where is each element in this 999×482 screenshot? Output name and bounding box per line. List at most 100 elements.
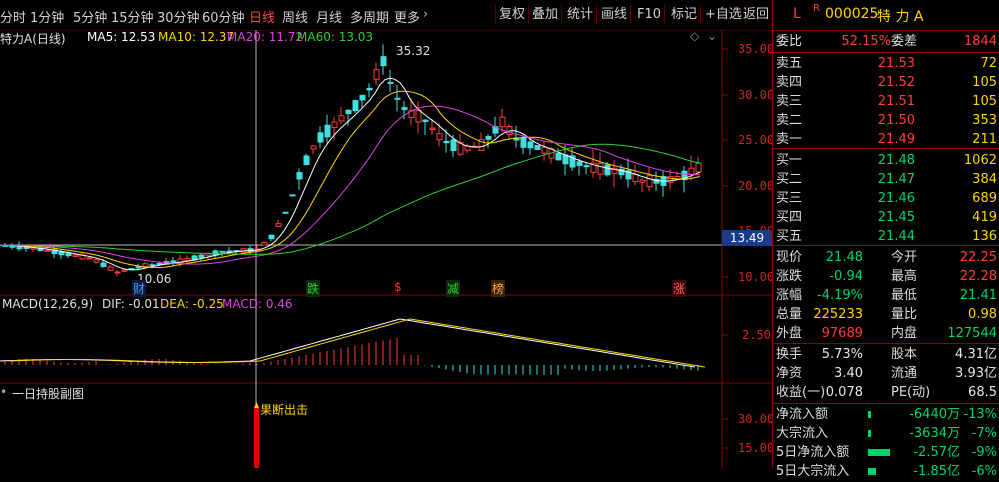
more-chevron-icon[interactable]: › <box>423 7 428 22</box>
stats-value-2: 3.93亿 <box>955 366 997 381</box>
stats-button[interactable]: 统计 <box>564 5 598 24</box>
holding-signal-bar <box>254 408 259 468</box>
candle <box>352 100 359 111</box>
candle <box>44 249 51 252</box>
ask-row[interactable]: 卖一 21.49 211 <box>773 129 999 150</box>
bid-row[interactable]: 买三 21.46 689 <box>773 188 999 209</box>
candle <box>30 247 37 250</box>
quote-value: -0.94 <box>829 269 863 284</box>
quote-label-2: 量比 <box>891 307 918 322</box>
candle <box>72 254 79 257</box>
back-button[interactable]: 返回 <box>740 5 772 24</box>
quote-label: 涨幅 <box>776 288 803 303</box>
bid-row[interactable]: 买一 21.48 1062 <box>773 150 999 171</box>
quote-row[interactable]: 外盘 97689 内盘 127544 <box>773 323 999 344</box>
candle <box>226 250 233 253</box>
ask-price: 21.52 <box>877 75 915 90</box>
quote-row[interactable]: 现价 21.48 今开 22.25 <box>773 247 999 268</box>
event-marker-rise[interactable]: 涨 <box>672 280 687 297</box>
flow-bar <box>868 411 871 418</box>
holding-title: 一日持股副图 <box>12 387 85 401</box>
candle <box>366 87 373 91</box>
ask-row[interactable]: 卖三 21.51 105 <box>773 91 999 112</box>
candle <box>415 109 422 123</box>
draw-button[interactable]: 画线 <box>598 5 632 24</box>
period-fenshi[interactable]: 分时 <box>0 7 26 26</box>
candle <box>219 250 226 253</box>
quote-value-2: 22.25 <box>959 250 997 265</box>
flow-percent: -13% <box>963 407 997 422</box>
holding-dot-icon: • <box>0 385 8 399</box>
candle <box>282 211 289 214</box>
flow-value: -2.57亿 <box>913 445 960 460</box>
candle <box>23 246 30 249</box>
price-tick: 25.00 <box>738 133 775 147</box>
flow-row[interactable]: 5日大宗流入 -1.85亿 -6% <box>773 461 999 482</box>
kline-chart-area[interactable]: 特力A(日线) MA5: 12.53 MA10: 12.37 MA20: 11.… <box>0 29 775 468</box>
event-marker-list[interactable]: 榜 <box>491 280 506 297</box>
chart-options-icon[interactable]: ⌄ <box>707 29 717 43</box>
bid-row[interactable]: 买四 21.45 419 <box>773 207 999 228</box>
quote-label: 涨跌 <box>776 269 803 284</box>
ma60-legend: MA60: 13.03 <box>297 30 374 44</box>
ma10-legend: MA10: 12.37 <box>158 30 235 44</box>
ask-row[interactable]: 卖四 21.52 105 <box>773 72 999 93</box>
price-tick: 35.00 <box>738 42 775 56</box>
stats-value: 3.40 <box>834 366 863 381</box>
candle <box>331 121 338 129</box>
event-marker-dividend[interactable]: $ <box>393 280 403 294</box>
adjust-button[interactable]: 复权 <box>495 5 530 24</box>
candle <box>114 271 121 274</box>
quote-label: 总量 <box>776 307 803 322</box>
flow-percent: -7% <box>971 426 997 441</box>
quote-value-2: 21.41 <box>959 288 997 303</box>
mark-button[interactable]: 标记 <box>668 5 702 24</box>
event-marker-reduce[interactable]: 减 <box>446 280 461 297</box>
flow-row[interactable]: 大宗流入 -3634万 -7% <box>773 423 999 444</box>
bid-label: 买四 <box>776 210 803 225</box>
quote-row[interactable]: 涨幅 -4.19% 最低 21.41 <box>773 285 999 306</box>
candle <box>646 175 653 188</box>
chart-settings-icon[interactable]: ◇ <box>690 29 699 43</box>
period-30min[interactable]: 30分钟 <box>157 7 200 26</box>
event-marker-finance[interactable]: 财 <box>132 280 147 297</box>
period-multi[interactable]: 多周期 <box>350 7 389 26</box>
ask-label: 卖二 <box>776 113 803 128</box>
period-weekly[interactable]: 周线 <box>282 7 308 26</box>
ask-label: 卖五 <box>776 56 803 71</box>
bid-row[interactable]: 买二 21.47 384 <box>773 169 999 190</box>
event-marker-drop[interactable]: 跌 <box>306 280 321 297</box>
ask-volume: 72 <box>980 56 997 71</box>
weibi-row: 委比 52.15% 委差 1844 <box>773 31 999 52</box>
stock-header: L R 000025 特 力 A <box>773 3 999 26</box>
candle <box>86 257 93 260</box>
period-more[interactable]: 更多 <box>394 7 420 26</box>
price-tick: 30.00 <box>738 88 775 102</box>
ask-row[interactable]: 卖五 21.53 72 <box>773 53 999 74</box>
period-5min[interactable]: 5分钟 <box>73 7 107 26</box>
period-daily[interactable]: 日线 <box>249 7 275 26</box>
flow-row[interactable]: 净流入额 -6440万 -13% <box>773 404 999 425</box>
candle <box>275 223 282 227</box>
bid-row[interactable]: 买五 21.44 136 <box>773 226 999 247</box>
period-60min[interactable]: 60分钟 <box>202 7 245 26</box>
candle <box>93 259 100 263</box>
stats-row[interactable]: 净资 3.40 流通 3.93亿 <box>773 363 999 384</box>
quote-row[interactable]: 总量 225233 量比 0.98 <box>773 304 999 325</box>
period-monthly[interactable]: 月线 <box>316 7 342 26</box>
candle <box>541 146 548 154</box>
f10-button[interactable]: F10 <box>634 5 666 24</box>
quote-value: -4.19% <box>817 288 863 303</box>
candle <box>583 165 590 168</box>
period-15min[interactable]: 15分钟 <box>111 7 154 26</box>
holding-signal-arrow <box>254 402 259 408</box>
quote-row[interactable]: 涨跌 -0.94 最高 22.28 <box>773 266 999 287</box>
overlay-button[interactable]: 叠加 <box>529 5 563 24</box>
period-1min[interactable]: 1分钟 <box>30 7 64 26</box>
bid-volume: 419 <box>972 210 997 225</box>
stats-row[interactable]: 收益(一) 0.078 PE(动) 68.5 <box>773 382 999 403</box>
stats-row[interactable]: 换手 5.73% 股本 4.31亿 <box>773 344 999 365</box>
stats-value: 5.73% <box>821 347 863 362</box>
candle <box>597 162 604 175</box>
ask-row[interactable]: 卖二 21.50 353 <box>773 110 999 131</box>
